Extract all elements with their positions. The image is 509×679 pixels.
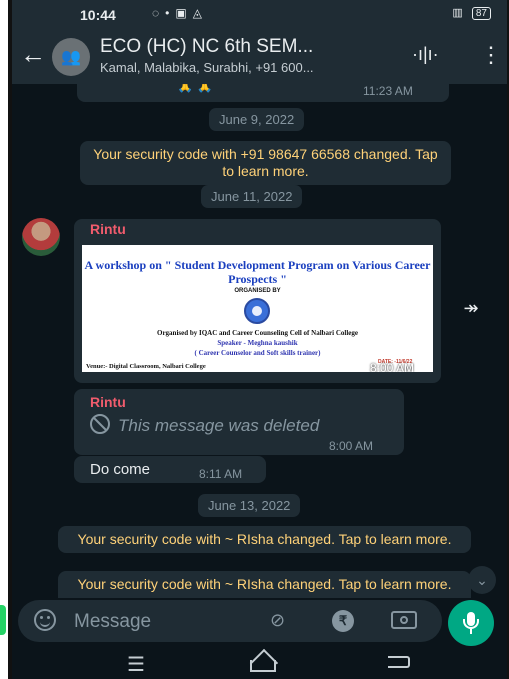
deleted-message-text: This message was deleted [118, 416, 320, 435]
dot-icon: • [165, 6, 176, 20]
status-right: ▥ 87 [452, 6, 491, 20]
chat-header: ← 👥 ECO (HC) NC 6th SEM... Kamal, Malabi… [12, 28, 507, 84]
home-icon[interactable] [250, 660, 276, 672]
blocked-icon [90, 414, 110, 434]
poster-organised-by: ORGANISED BY [234, 288, 281, 294]
whatsapp-icon: ◌ [152, 6, 166, 20]
security-notice-3[interactable]: Your security code with ~ RIsha changed.… [58, 571, 471, 598]
text-message-time: 8:11 AM [199, 467, 243, 481]
forward-icon[interactable]: ↠ [455, 292, 487, 324]
attach-icon[interactable]: ⊘ [270, 610, 285, 631]
phone-screen: 10:44 ◌•▣◬ ▥ 87 ← 👥 ECO (HC) NC 6th SEM.… [12, 0, 507, 679]
group-title[interactable]: ECO (HC) NC 6th SEM... [100, 36, 313, 58]
poster-organiser: Organised by IQAC and Career Counseling … [157, 329, 358, 337]
mic-stand [463, 619, 479, 629]
system-nav-bar: ☰ [12, 648, 507, 679]
more-options-icon[interactable]: ⋮ [480, 42, 502, 68]
date-chip-june11: June 11, 2022 [201, 185, 303, 208]
emoji-icon[interactable] [34, 609, 56, 631]
camera-icon[interactable] [391, 611, 417, 629]
date-chip-june13: June 13, 2022 [198, 494, 301, 517]
status-bar: 10:44 ◌•▣◬ ▥ 87 [12, 0, 507, 28]
sender-name[interactable]: Rintu [90, 221, 126, 237]
scroll-down-icon[interactable]: ⌄ [468, 566, 496, 594]
voice-call-icon[interactable]: ·ı|ı· [412, 44, 439, 65]
previous-message-time: 11:23 AM [363, 84, 413, 98]
text-message: Do come [90, 461, 151, 478]
security-notice[interactable]: Your security code with +91 98647 66568 … [80, 141, 451, 185]
image-message-time: 8:00 AM [370, 361, 415, 374]
poster-title: A workshop on " Student Development Prog… [84, 258, 431, 286]
notification-icons: ◌•▣◬ [152, 6, 208, 20]
payment-icon[interactable]: ₹ [332, 610, 354, 632]
alert-icon: ◬ [192, 6, 208, 20]
sender-avatar[interactable] [22, 218, 60, 256]
chat-area[interactable]: 🙏 🙏 11:23 AM June 9, 2022 Your security … [12, 84, 507, 598]
signal-icon: ▥ [452, 7, 463, 19]
date-chip-june9: June 9, 2022 [209, 108, 305, 131]
back-icon[interactable] [388, 656, 410, 668]
deleted-message-time: 8:00 AM [329, 439, 374, 453]
mic-stem [470, 629, 472, 634]
recent-apps-icon[interactable]: ☰ [127, 652, 145, 677]
deleted-message: This message was deleted [90, 414, 319, 436]
group-avatar[interactable]: 👥 [52, 38, 90, 76]
security-notice-2[interactable]: Your security code with ~ RIsha changed.… [58, 526, 471, 553]
poster-speaker: Speaker - Meghna kaushik [217, 339, 298, 347]
poster-venue: Venue:- Digital Classroom, Nalbari Colle… [86, 363, 206, 370]
mic-button[interactable] [448, 600, 494, 646]
battery-icon: 87 [471, 7, 491, 20]
status-time: 10:44 [80, 7, 116, 23]
back-arrow-icon[interactable]: ← [20, 40, 46, 68]
poster-speaker-role: ( Career Counselor and Soft skills train… [194, 349, 321, 357]
edge-hint [0, 605, 6, 635]
college-seal-icon [244, 298, 270, 324]
workshop-poster-image[interactable]: A workshop on " Student Development Prog… [80, 243, 435, 374]
deleted-sender-name[interactable]: Rintu [90, 394, 126, 410]
facebook-icon: ▣ [175, 6, 193, 20]
group-people-icon: 👥 [61, 49, 81, 66]
group-participants[interactable]: Kamal, Malabika, Surabhi, +91 600... [100, 60, 314, 75]
previous-message-emoji: 🙏 🙏 [177, 84, 213, 93]
message-input[interactable] [74, 611, 244, 633]
